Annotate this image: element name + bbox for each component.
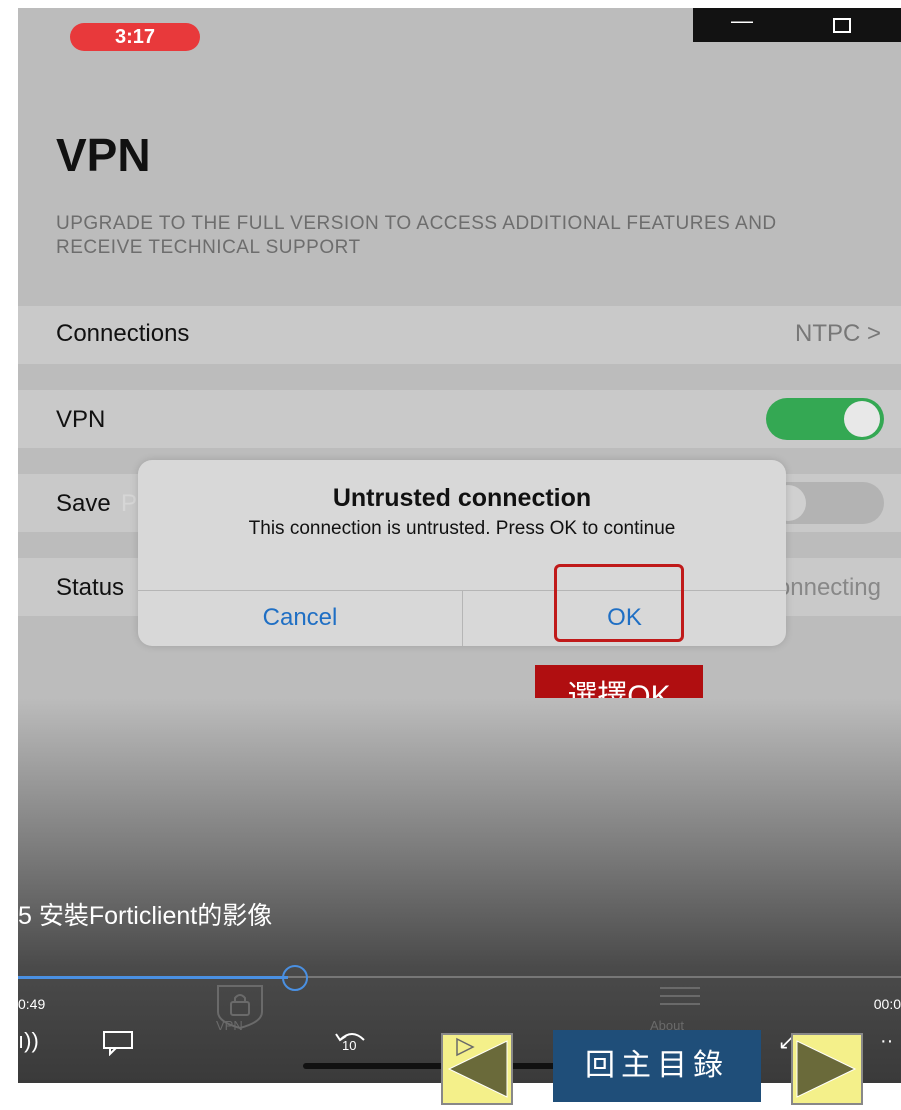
time-elapsed: 0:49: [18, 996, 46, 1012]
vpn-toggle[interactable]: [766, 398, 884, 440]
more-icon[interactable]: ··: [880, 1030, 893, 1053]
status-label: Status: [56, 574, 125, 601]
vpn-label: VPN: [56, 406, 106, 433]
vpn-row: VPN: [18, 390, 901, 448]
time-remaining: 00:0: [873, 996, 901, 1012]
progress-fill: [18, 976, 288, 979]
skip-seconds: 10: [342, 1038, 357, 1053]
cancel-button[interactable]: Cancel: [138, 590, 462, 646]
save-password-label: Save: [56, 490, 111, 517]
phone-screen: 3:17 — VPN UPGRADE TO THE FULL VERSION T…: [18, 8, 901, 1083]
maximize-icon[interactable]: [833, 18, 851, 33]
previous-page-button[interactable]: [441, 1033, 513, 1105]
volume-icon[interactable]: ı)): [18, 1028, 39, 1054]
page-title: VPN: [56, 129, 151, 181]
status-time: 3:17: [70, 23, 200, 51]
list-icon: [660, 987, 700, 1005]
dialog-message: This connection is untrusted. Press OK t…: [248, 518, 676, 539]
toggle-knob: [844, 401, 880, 437]
forward-arrow-icon: [796, 1040, 857, 1098]
battery-icon: [788, 44, 858, 52]
minimize-icon[interactable]: —: [731, 8, 753, 34]
upgrade-notice[interactable]: UPGRADE TO THE FULL VERSION TO ACCESS AD…: [56, 212, 816, 260]
captions-icon[interactable]: [102, 1028, 134, 1056]
connections-value: NTPC >: [794, 320, 881, 347]
tab-vpn-label[interactable]: VPN: [216, 1018, 243, 1033]
window-controls: —: [693, 8, 901, 42]
video-overlay: [18, 698, 901, 1083]
connections-row[interactable]: Connections NTPC >: [18, 306, 901, 364]
dialog-title: Untrusted connection: [332, 484, 592, 512]
progress-handle[interactable]: [282, 965, 308, 991]
next-page-button[interactable]: [791, 1033, 863, 1105]
back-arrow-icon: [447, 1037, 508, 1098]
connections-label: Connections: [56, 320, 190, 347]
untrusted-dialog: Untrusted connection This connection is …: [138, 460, 786, 646]
back-to-main-menu-button[interactable]: 回主目錄: [553, 1030, 761, 1102]
ok-highlight-box: [554, 564, 684, 642]
video-subtitle: 5 安裝Forticlient的影像: [18, 902, 273, 930]
